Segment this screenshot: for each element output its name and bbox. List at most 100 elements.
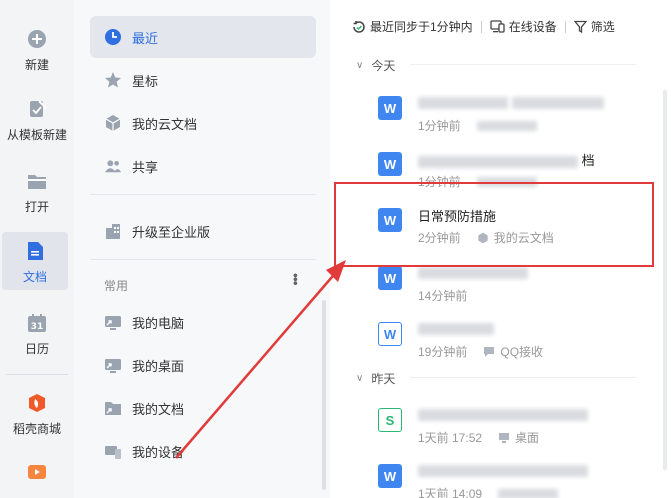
group-header-today[interactable]: ∨ 今天	[356, 57, 395, 74]
nav-item-label: 我的电脑	[132, 315, 185, 331]
file-name	[418, 94, 604, 109]
computer-shortcut-icon	[104, 313, 122, 331]
file-meta: 1天前 17:52 桌面	[418, 429, 539, 446]
nav-item-label: 星标	[132, 73, 159, 89]
nav-item-label: 升级至企业版	[132, 224, 211, 240]
online-devices-label: 在线设备	[508, 20, 557, 34]
sync-status-text: 最近同步于1分钟内	[370, 20, 473, 34]
word-doc-outline-icon: W	[378, 322, 402, 346]
filter-icon	[573, 20, 587, 33]
nav-item-cloud-docs[interactable]: 我的云文档	[90, 102, 316, 144]
file-meta: 19分钟前 QQ接收	[418, 343, 543, 360]
nav-item-shared[interactable]: 共享	[90, 145, 316, 187]
rail-label: 新建	[24, 58, 49, 72]
template-icon	[26, 98, 48, 120]
rail-documents[interactable]: 文档	[2, 232, 68, 290]
rail-label: 稻壳商城	[12, 422, 61, 436]
nav-item-my-computer[interactable]: 我的电脑	[90, 301, 316, 343]
file-location	[476, 120, 537, 131]
group-divider	[410, 377, 636, 378]
filter-button[interactable]: 筛选	[573, 18, 615, 35]
group-divider	[410, 64, 636, 65]
rail-video[interactable]	[0, 462, 74, 484]
rail-new[interactable]: 新建	[0, 28, 74, 73]
file-time: 1天前 17:52	[418, 431, 483, 445]
nav-item-recent[interactable]: 最近	[90, 16, 316, 58]
file-meta: 14分钟前	[418, 287, 467, 304]
file-row[interactable]: W 19分钟前 QQ接收	[378, 314, 638, 370]
online-devices-button[interactable]: 在线设备	[490, 18, 557, 35]
file-time: 1天前 14:09	[418, 487, 483, 498]
word-doc-icon: W	[378, 266, 402, 290]
chevron-down-icon: ∨	[356, 373, 364, 384]
more-options-icon[interactable]: •••	[288, 273, 304, 285]
file-time: 19分钟前	[418, 345, 468, 359]
file-location: QQ接收	[483, 343, 543, 360]
file-row[interactable]: W 1天前 14:09	[378, 456, 638, 498]
message-icon	[484, 346, 495, 357]
filter-label: 筛选	[590, 20, 615, 34]
rail-divider	[6, 374, 68, 375]
file-nav: 最近 星标 我的云文档 共享 升级至企业版 常用 ••• 我的电脑 我的桌面 我…	[74, 0, 330, 498]
share-icon	[104, 157, 122, 175]
group-title: 昨天	[371, 372, 396, 386]
file-name: 档	[418, 150, 595, 169]
file-name	[418, 462, 588, 477]
rail-from-template[interactable]: 从模板新建	[0, 98, 74, 143]
nav-item-label: 我的桌面	[132, 358, 185, 374]
word-doc-icon: W	[378, 464, 402, 488]
file-name	[418, 406, 588, 421]
file-location	[498, 488, 559, 498]
word-doc-icon: W	[378, 96, 402, 120]
file-meta: 1分钟前	[418, 117, 537, 134]
nav-item-label: 我的文档	[132, 401, 185, 417]
device-icon	[104, 442, 122, 460]
nav-scrollbar[interactable]	[322, 300, 326, 490]
toolbar: 最近同步于1分钟内 在线设备 筛选	[352, 18, 615, 35]
file-meta: 1天前 14:09	[418, 485, 559, 498]
nav-divider	[90, 259, 316, 260]
nav-item-starred[interactable]: 星标	[90, 59, 316, 101]
rail-calendar[interactable]: 31 日历	[0, 312, 74, 357]
svg-text:31: 31	[31, 322, 44, 332]
toolbar-divider	[480, 20, 482, 33]
nav-item-my-devices[interactable]: 我的设备	[90, 430, 316, 472]
file-location: 桌面	[498, 429, 539, 446]
spreadsheet-icon: S	[378, 408, 402, 432]
rail-label: 从模板新建	[6, 128, 67, 142]
file-location-text: QQ接收	[500, 345, 544, 359]
cloud-doc-icon	[104, 114, 122, 132]
nav-divider	[90, 194, 316, 195]
docer-icon	[26, 392, 48, 414]
folder-shortcut-icon	[104, 399, 122, 417]
rail-open[interactable]: 打开	[0, 170, 74, 215]
group-header-yesterday[interactable]: ∨ 昨天	[356, 370, 395, 387]
nav-item-my-documents[interactable]: 我的文档	[90, 387, 316, 429]
sync-icon	[353, 20, 365, 33]
rail-docer-store[interactable]: 稻壳商城	[0, 392, 74, 437]
sync-status[interactable]: 最近同步于1分钟内	[352, 18, 473, 35]
file-row[interactable]: W 1分钟前	[378, 88, 638, 144]
enterprise-icon	[104, 222, 122, 240]
nav-item-label: 共享	[132, 159, 159, 175]
nav-item-upgrade[interactable]: 升级至企业版	[90, 210, 316, 252]
rail-label: 文档	[22, 270, 47, 284]
file-list-scrollbar[interactable]	[663, 90, 667, 470]
calendar-icon: 31	[26, 312, 48, 334]
rail-label: 日历	[24, 342, 49, 356]
folder-icon	[26, 170, 48, 192]
nav-item-label: 我的设备	[132, 444, 185, 460]
rail-label: 打开	[24, 200, 49, 214]
nav-item-my-desktop[interactable]: 我的桌面	[90, 344, 316, 386]
devices-icon	[490, 20, 505, 33]
star-icon	[104, 71, 122, 89]
file-time: 1分钟前	[418, 119, 461, 133]
file-location-text: 桌面	[515, 431, 540, 445]
file-row[interactable]: S 1天前 17:52 桌面	[378, 400, 638, 456]
group-title: 今天	[371, 59, 396, 73]
document-icon	[24, 240, 46, 262]
desktop-icon	[499, 432, 510, 443]
nav-item-label: 最近	[132, 30, 159, 46]
nav-item-label: 我的云文档	[132, 116, 198, 132]
toolbar-divider	[564, 20, 566, 33]
